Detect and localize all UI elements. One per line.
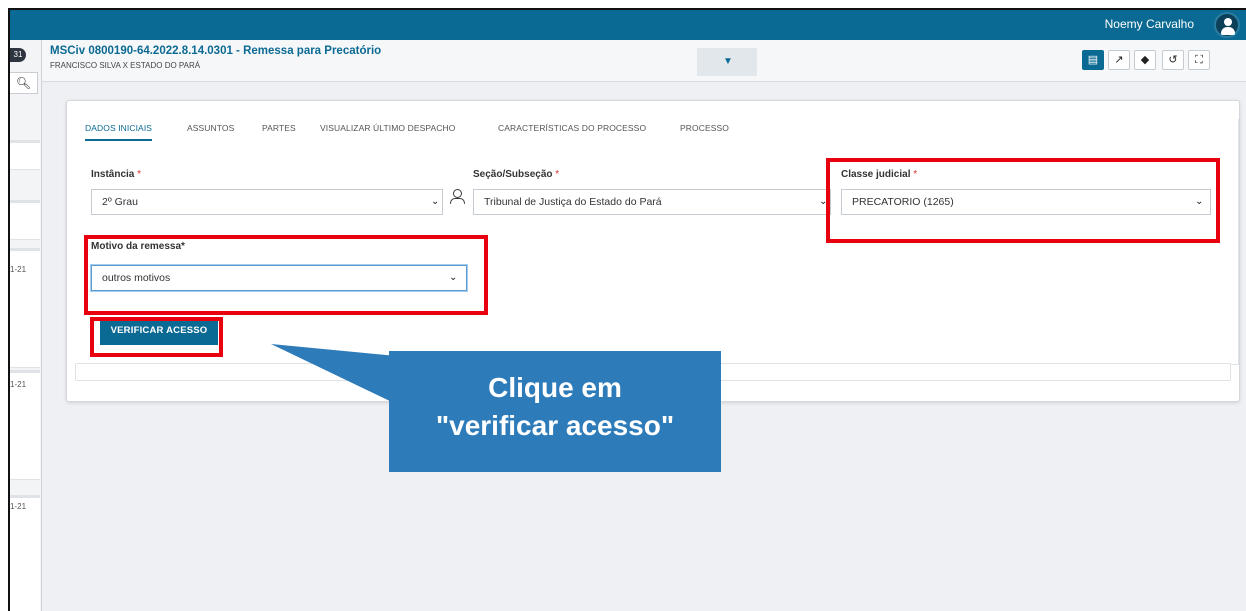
process-list-panel: 31 🔍︎ 1-21 1-21 1-21 <box>10 40 42 611</box>
list-item-date: 1-21 <box>10 502 27 511</box>
process-title: MSCiv 0800190-64.2022.8.14.0301 - Remess… <box>50 45 382 57</box>
tab-dados-iniciais[interactable]: DADOS INICIAIS <box>85 123 153 141</box>
tab-processo[interactable]: PROCESSO <box>680 123 729 139</box>
instancia-value: 2º Grau <box>102 196 138 208</box>
share-icon[interactable]: ↗ <box>1108 50 1130 70</box>
secao-select[interactable]: Tribunal de Justiça do Estado do Pará <box>473 189 831 215</box>
tab-caracteristicas-do-processo[interactable]: CARACTERÍSTICAS DO PROCESSO <box>498 123 646 139</box>
callout-text: Clique em "verificar acesso" <box>389 369 721 445</box>
list-item-date: 1-21 <box>10 265 27 274</box>
highlight-motivo-remessa <box>84 235 488 315</box>
callout-pointer <box>271 344 396 404</box>
search-icon[interactable]: 🔍︎ <box>10 72 38 94</box>
required-mark: * <box>137 169 142 180</box>
secao-label-text: Seção/Subseção <box>473 169 553 180</box>
history-icon[interactable]: ↺ <box>1162 50 1184 70</box>
user-avatar-icon[interactable] <box>1214 12 1240 38</box>
secao-label: Seção/Subseção * <box>473 169 559 180</box>
highlight-classe-judicial <box>826 158 1220 243</box>
header-expand-button[interactable]: ▼ <box>697 48 757 76</box>
person-icon[interactable] <box>450 189 465 205</box>
tag-icon[interactable]: ◆ <box>1134 50 1156 70</box>
tab-visualizar-ultimo-despacho[interactable]: VISUALIZAR ÚLTIMO DESPACHO <box>320 123 455 139</box>
instancia-label-text: Instância <box>91 169 135 180</box>
required-mark: * <box>555 169 560 180</box>
tab-partes[interactable]: PARTES <box>262 123 296 139</box>
callout-line-2: "verificar acesso" <box>435 410 675 441</box>
secao-value: Tribunal de Justiça do Estado do Pará <box>484 196 662 208</box>
document-icon[interactable]: ▤ <box>1082 50 1104 70</box>
instancia-label: Instância * <box>91 169 141 180</box>
list-item-date: 1-21 <box>10 380 27 389</box>
callout-line-1: Clique em <box>488 372 622 403</box>
tab-assuntos[interactable]: ASSUNTOS <box>187 123 234 139</box>
user-name[interactable]: Noemy Carvalho <box>1105 17 1194 31</box>
instruction-callout: Clique em "verificar acesso" <box>389 351 721 472</box>
process-header: MSCiv 0800190-64.2022.8.14.0301 - Remess… <box>42 40 1246 82</box>
process-parties: FRANCISCO SILVA X ESTADO DO PARÁ <box>50 61 201 70</box>
count-badge: 31 <box>10 48 26 62</box>
chevron-down-icon: ▼ <box>723 56 733 67</box>
list-item[interactable] <box>10 200 40 240</box>
highlight-verificar-acesso <box>90 317 223 357</box>
top-navbar: Noemy Carvalho <box>10 10 1246 40</box>
app-window: Noemy Carvalho 31 🔍︎ 1-21 1-21 1-21 MSCi… <box>8 8 1246 611</box>
chevron-down-icon: ⌄ <box>431 196 440 207</box>
list-item[interactable] <box>10 140 40 170</box>
instancia-select[interactable]: 2º Grau <box>91 189 443 215</box>
fullscreen-icon[interactable]: ⛶ <box>1188 50 1210 70</box>
list-item[interactable] <box>10 495 40 611</box>
